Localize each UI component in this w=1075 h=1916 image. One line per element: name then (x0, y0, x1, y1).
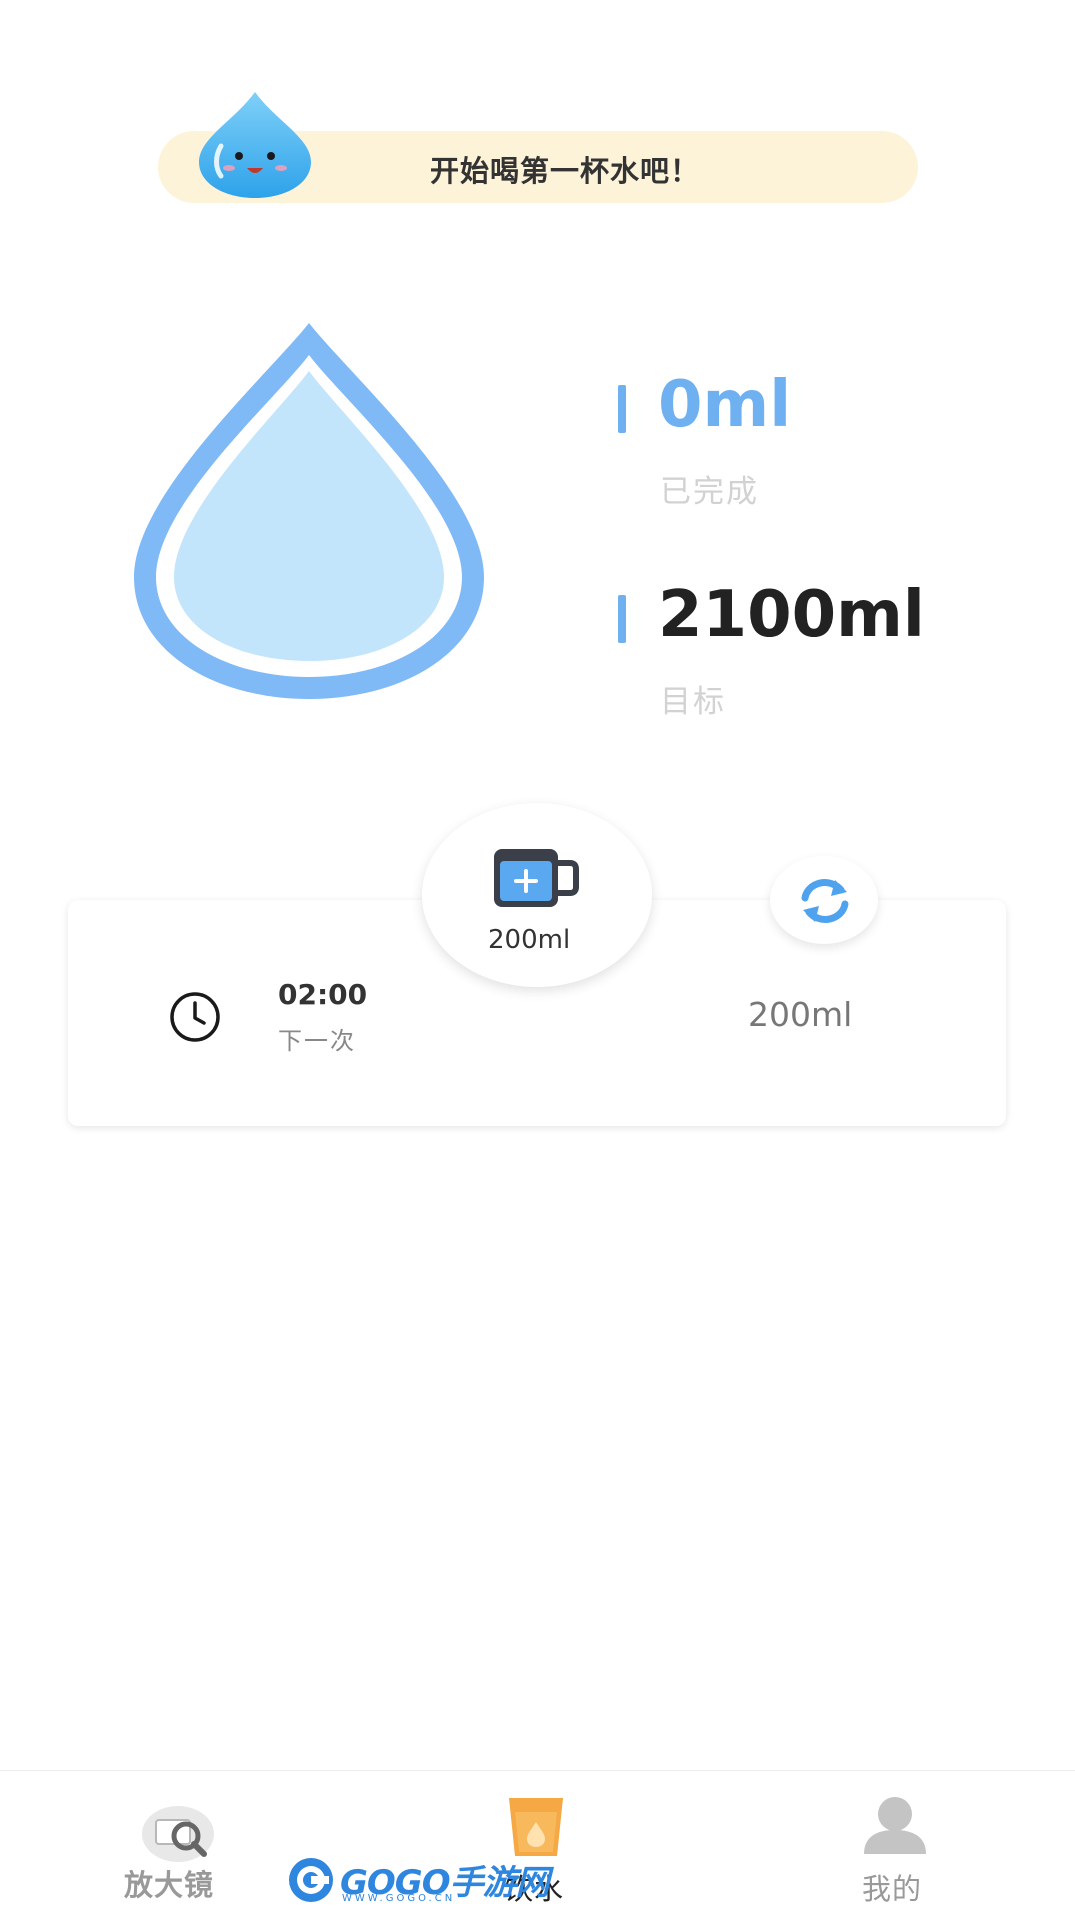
nav-label-magnifier: 放大镜 (124, 1868, 215, 1902)
user-icon (864, 1797, 926, 1854)
next-reminder-label: 下一次 (278, 1027, 356, 1055)
banner-message: 开始喝第一杯水吧！ (430, 154, 701, 188)
add-cup-amount: 200ml (488, 925, 571, 955)
target-value: 2100ml (658, 578, 925, 652)
clock-icon (170, 992, 220, 1042)
water-progress-drop (134, 323, 484, 699)
cup-amount: 200ml (748, 995, 853, 1034)
water-cup-icon (509, 1798, 563, 1856)
target-indicator (618, 595, 626, 643)
completed-indicator (618, 385, 626, 433)
next-reminder-time: 02:00 (278, 978, 368, 1011)
refresh-icon (801, 879, 849, 923)
watermark-subtext: WWW.GOGO.CN (342, 1893, 456, 1904)
nav-label-mine: 我的 (862, 1872, 923, 1906)
magnifier-icon (142, 1806, 214, 1862)
completed-value: 0ml (658, 368, 792, 442)
watermark-logo-icon (289, 1858, 333, 1902)
completed-label: 已完成 (660, 474, 759, 510)
add-cup-icon (494, 849, 579, 907)
water-drop-mascot-icon (199, 92, 311, 198)
target-label: 目标 (660, 684, 726, 720)
